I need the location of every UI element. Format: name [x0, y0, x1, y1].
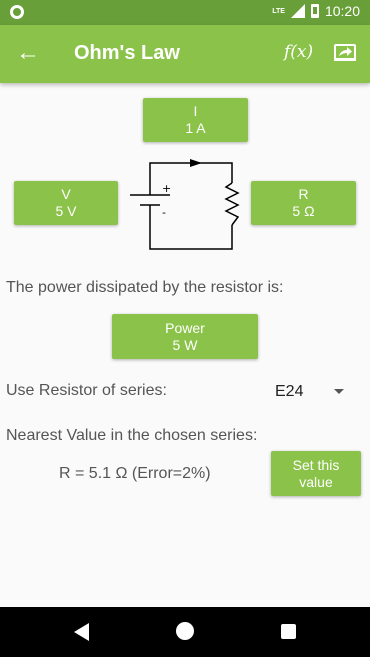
voltage-label: V [61, 186, 71, 202]
set-value-button[interactable]: Set this value [271, 451, 361, 496]
nav-recent-icon[interactable] [281, 624, 296, 639]
current-label: I [193, 103, 198, 119]
power-description: The power dissipated by the resistor is: [6, 279, 284, 296]
status-right-group: LTE 10:20 [272, 3, 360, 19]
share-icon[interactable] [333, 43, 357, 63]
power-label: Power [165, 320, 205, 336]
resistance-value: 5 Ω [292, 203, 315, 219]
signal-icon [290, 4, 305, 18]
page-title: Ohm's Law [74, 42, 180, 64]
resistance-button[interactable]: R 5 Ω [251, 181, 356, 225]
network-type: LTE [272, 7, 285, 15]
voltage-button[interactable]: V 5 V [14, 181, 118, 225]
nav-back-icon[interactable] [74, 623, 89, 641]
resistance-label: R [298, 186, 309, 202]
dropdown-arrow-icon [334, 389, 344, 394]
nearest-value-result: R = 5.1 Ω (Error=2%) [59, 465, 211, 482]
power-value: 5 W [172, 337, 198, 353]
current-value: 1 A [185, 120, 206, 136]
navigation-bar [0, 607, 370, 657]
series-label: Use Resistor of series: [6, 382, 167, 399]
series-selected-value: E24 [275, 383, 304, 400]
power-button[interactable]: Power 5 W [112, 314, 258, 359]
set-value-label-line1: Set this [292, 457, 340, 473]
set-value-label-line2: value [299, 474, 333, 490]
status-time: 10:20 [324, 3, 360, 19]
nav-home-icon[interactable] [176, 622, 194, 640]
app-bar: ← Ohm's Law f(x) [0, 25, 370, 83]
series-dropdown[interactable]: E24 [268, 376, 356, 408]
circuit-diagram: + - [130, 159, 240, 250]
svg-text:+: + [162, 182, 171, 195]
nearest-value-label: Nearest Value in the chosen series: [6, 427, 258, 444]
function-button[interactable]: f(x) [284, 42, 313, 62]
status-bar: LTE 10:20 [0, 0, 370, 25]
voltage-value: 5 V [55, 203, 77, 219]
notification-icon [10, 5, 24, 19]
current-button[interactable]: I 1 A [143, 98, 248, 142]
battery-icon [310, 4, 319, 18]
svg-text:-: - [162, 206, 166, 219]
back-arrow-icon[interactable]: ← [14, 40, 42, 68]
